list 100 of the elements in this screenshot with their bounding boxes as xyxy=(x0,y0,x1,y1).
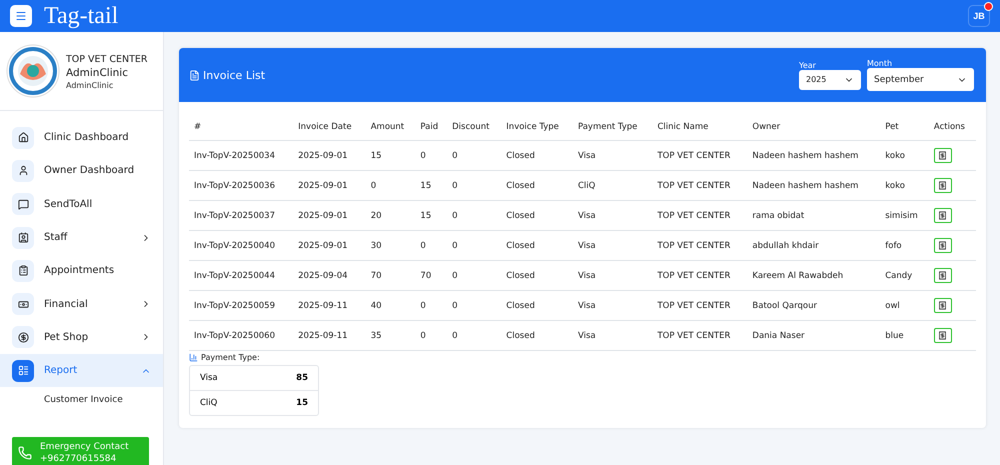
table-cell: 0 xyxy=(447,320,502,350)
table-cell: 15 xyxy=(415,170,448,200)
message-icon xyxy=(12,193,34,216)
month-select[interactable]: September xyxy=(867,68,974,91)
column-header: # xyxy=(189,114,294,140)
id-card-icon xyxy=(12,226,34,249)
avatar-button[interactable]: JB xyxy=(968,5,990,27)
table-cell: 0 xyxy=(447,260,502,290)
receipt-button[interactable] xyxy=(934,178,952,193)
table-cell: 0 xyxy=(415,230,448,260)
receipt-button[interactable] xyxy=(934,328,952,343)
table-cell: TOP VET CENTER xyxy=(652,230,748,260)
table-cell: 30 xyxy=(366,230,416,260)
table-cell: Visa xyxy=(572,290,652,320)
table-cell: Batool Qarqour xyxy=(747,290,880,320)
table-cell: Visa xyxy=(572,200,652,230)
table-cell: Dania Naser xyxy=(747,320,880,350)
receipt-button[interactable] xyxy=(934,268,952,283)
table-cell: Closed xyxy=(501,200,573,230)
phone-icon xyxy=(18,446,32,460)
dollar-coin-icon xyxy=(12,326,34,348)
table-cell: 35 xyxy=(366,320,416,350)
receipt-button[interactable] xyxy=(934,148,952,163)
table-cell: 0 xyxy=(447,170,502,200)
summary-title: Payment Type: xyxy=(201,353,260,362)
table-cell: 0 xyxy=(447,290,502,320)
table-cell: Kareem Al Rawabdeh xyxy=(747,260,880,290)
clinic-logo xyxy=(6,44,60,98)
table-cell: blue xyxy=(880,320,929,350)
receipt-button[interactable] xyxy=(934,208,952,223)
sidebar-item[interactable]: Staff xyxy=(0,220,163,254)
column-header: Invoice Date xyxy=(293,114,366,140)
column-header: Actions xyxy=(928,114,976,140)
sidebar-item[interactable]: Pet Shop xyxy=(0,320,163,354)
table-cell: 0 xyxy=(415,290,448,320)
month-label: Month xyxy=(867,59,894,68)
table-cell: Closed xyxy=(501,170,573,200)
receipt-icon xyxy=(938,181,948,190)
table-cell: Candy xyxy=(880,260,929,290)
sidebar-item[interactable]: Financial xyxy=(0,287,163,321)
receipt-button[interactable] xyxy=(934,298,952,313)
receipt-icon xyxy=(938,301,948,310)
receipt-icon xyxy=(938,271,948,280)
table-cell: abdullah khdair xyxy=(747,230,880,260)
table-cell: 0 xyxy=(447,230,502,260)
card-title-text: Invoice List xyxy=(203,68,266,82)
table-cell: CliQ xyxy=(572,170,652,200)
role-label: AdminClinic xyxy=(66,66,129,78)
table-cell: 20 xyxy=(366,200,416,230)
sidebar-item[interactable]: Owner Dashboard xyxy=(0,154,163,188)
table-cell: 0 xyxy=(415,320,448,350)
table-cell: 70 xyxy=(415,260,448,290)
sidebar-item[interactable]: Appointments xyxy=(0,254,163,288)
column-header: Pet xyxy=(880,114,929,140)
document-icon xyxy=(189,70,200,80)
table-cell: 70 xyxy=(366,260,416,290)
table-cell: Closed xyxy=(501,290,573,320)
table-cell: 0 xyxy=(447,200,502,230)
emergency-title: Emergency Contact xyxy=(40,441,129,454)
table-cell: 15 xyxy=(415,200,448,230)
table-cell: Visa xyxy=(572,320,652,350)
table-cell: owl xyxy=(880,290,929,320)
user-icon xyxy=(12,160,34,182)
table-cell: Visa xyxy=(572,230,652,260)
table-cell: simisim xyxy=(880,200,929,230)
receipt-button[interactable] xyxy=(934,238,952,253)
clinic-name: TOP VET CENTER xyxy=(66,52,148,66)
column-header: Discount xyxy=(447,114,502,140)
column-header: Payment Type xyxy=(572,114,652,140)
clipboard-icon xyxy=(12,260,34,282)
table-cell: Inv-TopV-20250060 xyxy=(189,320,294,350)
table-cell: 2025-09-11 xyxy=(293,290,366,320)
table-cell: 0 xyxy=(366,170,416,200)
table-cell: 2025-09-01 xyxy=(293,200,366,230)
table-cell: koko xyxy=(880,140,929,170)
column-header: Clinic Name xyxy=(652,114,748,140)
table-cell: Inv-TopV-20250044 xyxy=(189,260,294,290)
sidebar-item[interactable]: SendToAll xyxy=(0,188,163,221)
banknote-icon xyxy=(12,293,34,316)
table-cell: Inv-TopV-20250037 xyxy=(189,200,294,230)
table-cell: Visa xyxy=(572,140,652,170)
table-cell: Closed xyxy=(501,140,573,170)
table-cell: TOP VET CENTER xyxy=(652,290,748,320)
receipt-icon xyxy=(938,151,948,160)
table-cell: Nadeen hashem hashem xyxy=(747,170,880,200)
table-cell: 0 xyxy=(447,140,502,170)
sidebar-subitem[interactable]: Customer Invoice xyxy=(0,387,163,416)
year-select[interactable]: 2025 xyxy=(799,70,861,90)
emergency-phone: +962770615584 xyxy=(40,453,118,465)
sidebar-item[interactable]: Clinic Dashboard xyxy=(0,121,163,154)
column-header: Amount xyxy=(366,114,416,140)
table-cell: TOP VET CENTER xyxy=(652,260,748,290)
table-cell: Closed xyxy=(501,320,573,350)
receipt-icon xyxy=(938,241,948,250)
column-header: Owner xyxy=(747,114,880,140)
brand-title: Tag-tail xyxy=(44,2,118,30)
table-cell: 2025-09-04 xyxy=(293,260,366,290)
table-cell: koko xyxy=(880,170,929,200)
menu-button[interactable] xyxy=(10,5,32,27)
sidebar-item[interactable]: Report xyxy=(0,354,163,388)
